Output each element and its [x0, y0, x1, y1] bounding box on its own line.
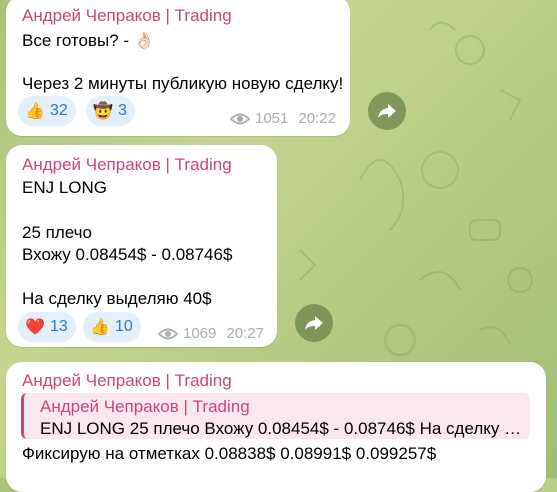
message-text-line: Фиксирую на отметках 0.08838$ 0.08991$ 0…	[22, 444, 437, 463]
message-text-line: Через 2 минуты публикую новую сделку!	[22, 74, 344, 93]
share-button[interactable]	[368, 92, 406, 130]
message-text-line: 25 плечо	[22, 223, 92, 242]
share-arrow-icon	[305, 316, 323, 330]
message-bubble[interactable]: Андрей Чепраков | Trading ENJ LONG 25 пл…	[6, 145, 277, 347]
message-time: 20:27	[226, 325, 264, 342]
reply-author: Андрей Чепраков | Trading	[40, 397, 250, 416]
message-text-line: Все готовы? - 👌🏻	[22, 31, 155, 50]
message-author[interactable]: Андрей Чепраков | Trading	[22, 6, 232, 26]
thumbs-up-icon: 👍	[25, 103, 45, 120]
message-text-line: ENJ LONG	[22, 178, 108, 197]
reaction-thumbs-up[interactable]: 👍 32	[18, 96, 76, 126]
message-meta: 1051 20:22	[230, 110, 336, 127]
reply-text: ENJ LONG 25 плечо Вхожу 0.08454$ - 0.087…	[40, 419, 528, 438]
views-count: 1051	[255, 110, 289, 127]
message-text-line: На сделку выделяю 40$	[22, 289, 212, 308]
share-arrow-icon	[378, 104, 396, 118]
reply-quote[interactable]: Андрей Чепраков | Trading ENJ LONG 25 пл…	[21, 393, 530, 439]
reaction-count: 3	[118, 102, 127, 119]
reaction-count: 10	[115, 318, 133, 335]
message-bubble[interactable]: Андрей Чепраков | Trading Все готовы? - …	[6, 0, 350, 136]
views-eye-icon	[158, 328, 178, 339]
message-meta: 1069 20:27	[158, 325, 264, 342]
views-count: 1069	[183, 325, 217, 342]
thumbs-up-icon: 👍	[90, 319, 110, 336]
cowboy-face-icon: 🤠	[93, 103, 113, 120]
message-author[interactable]: Андрей Чепраков | Trading	[22, 155, 232, 175]
message-author[interactable]: Андрей Чепраков | Trading	[22, 371, 232, 391]
message-text-line: Вхожу 0.08454$ - 0.08746$	[22, 245, 233, 264]
reaction-heart[interactable]: ❤️ 13	[18, 312, 76, 342]
reaction-thumbs-up[interactable]: 👍 10	[83, 312, 141, 342]
reaction-cowboy[interactable]: 🤠 3	[86, 96, 135, 126]
message-bubble[interactable]: Андрей Чепраков | Trading Андрей Чепрако…	[6, 362, 546, 492]
message-time: 20:22	[298, 110, 336, 127]
reaction-count: 32	[50, 102, 68, 119]
heart-icon: ❤️	[25, 319, 45, 336]
reaction-count: 13	[50, 318, 68, 335]
views-eye-icon	[230, 113, 250, 124]
share-button[interactable]	[295, 304, 333, 342]
